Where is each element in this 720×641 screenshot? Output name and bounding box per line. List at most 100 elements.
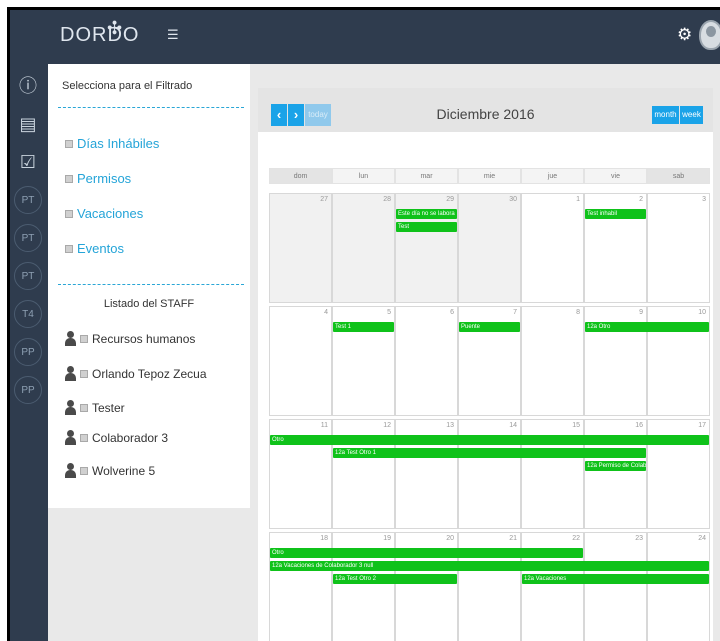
day-cell[interactable]: 30 (458, 193, 521, 303)
info-icon[interactable]: ⓘ (14, 72, 42, 100)
weekday-lun: lun (332, 168, 395, 184)
filter-eventos[interactable]: Eventos (65, 241, 124, 256)
day-number: 3 (702, 196, 706, 203)
day-cell[interactable]: 6 (395, 306, 458, 416)
rail-item-pp-1[interactable]: PP (14, 338, 42, 366)
calendar-toolbar: ‹ › today Diciembre 2016 month week (258, 88, 713, 132)
calendar-event[interactable]: Otro (270, 435, 709, 445)
checkbox[interactable] (80, 466, 88, 475)
rail-item-pt-1[interactable]: PT (14, 186, 42, 214)
calendar-event[interactable]: 12a Permiso de Colaborador (585, 461, 646, 471)
checkbox[interactable] (80, 369, 88, 378)
gears-icon[interactable]: ⚙ (677, 25, 692, 45)
checkbox[interactable] (65, 209, 73, 218)
checkbox[interactable] (65, 174, 73, 183)
day-number: 24 (698, 535, 706, 542)
day-cell[interactable]: 8 (521, 306, 584, 416)
day-number: 1 (576, 196, 580, 203)
clipboard-check-icon[interactable]: ☑ (14, 148, 42, 176)
menu-icon[interactable]: ☰ (167, 27, 179, 43)
filter-vacaciones[interactable]: Vacaciones (65, 206, 143, 221)
calendar-week: 18 19 20 21 22 23 24 Otro 12a Vacaciones de Cola… (269, 532, 710, 641)
person-icon (64, 366, 76, 381)
staff-item-colaborador-3[interactable]: Colaborador 3 (64, 430, 168, 445)
day-number: 15 (572, 422, 580, 429)
day-number: 17 (698, 422, 706, 429)
calendar-week: 4 5 6 7 8 9 10 Test 1 Puente 12a Otro (269, 306, 710, 416)
filter-dias-inhabiles[interactable]: Días Inhábiles (65, 136, 159, 151)
staff-item-wolverine-5[interactable]: Wolverine 5 (64, 463, 155, 478)
calendar-event[interactable]: 12a Vacaciones (522, 574, 709, 584)
calendar-event[interactable]: 12a Test Otro 2 (333, 574, 457, 584)
checkbox[interactable] (80, 433, 88, 442)
filter-divider (58, 107, 244, 108)
filter-label: Días Inhábiles (77, 136, 160, 151)
weekday-mie: mie (458, 168, 521, 184)
checkbox[interactable] (65, 139, 73, 148)
rail-item-pt-3[interactable]: PT (14, 262, 42, 290)
filter-panel: Selecciona para el Filtrado Días Inhábil… (48, 64, 250, 508)
day-number: 16 (635, 422, 643, 429)
staff-label: Orlando Tepoz Zecua (92, 366, 207, 381)
staff-label: Tester (92, 400, 125, 415)
calendar-event[interactable]: Test (396, 222, 457, 232)
day-number: 12 (383, 422, 391, 429)
day-number: 19 (383, 535, 391, 542)
day-cell[interactable]: 1 (521, 193, 584, 303)
month-view-button[interactable]: month (652, 106, 679, 124)
checkbox[interactable] (80, 403, 88, 412)
day-number: 13 (446, 422, 454, 429)
side-rail: ⓘ ▤ ☑ PT PT PT T4 PP PP (10, 64, 48, 641)
day-cell[interactable]: 27 (269, 193, 332, 303)
checkbox[interactable] (80, 334, 88, 343)
person-icon (64, 331, 76, 346)
day-cell[interactable]: 24 (647, 532, 710, 641)
staff-title: Listado del STAFF (103, 298, 195, 310)
day-cell[interactable]: 4 (269, 306, 332, 416)
staff-item-tester[interactable]: Tester (64, 400, 125, 415)
app-logo[interactable]: DORDO ✣ (60, 18, 139, 47)
day-cell[interactable]: 28 (332, 193, 395, 303)
calendar-event[interactable]: Test 1 (333, 322, 394, 332)
calendar-event[interactable]: Otro (270, 548, 583, 558)
calendar-event[interactable]: 12a Vacaciones de Colaborador 3 null (270, 561, 709, 571)
day-number: 30 (509, 196, 517, 203)
rail-item-pp-2[interactable]: PP (14, 376, 42, 404)
day-number: 21 (509, 535, 517, 542)
weekday-dom: dom (269, 168, 332, 184)
rail-item-t4[interactable]: T4 (14, 300, 42, 328)
weekday-jue: jue (521, 168, 584, 184)
calendar-event[interactable]: Puente (459, 322, 520, 332)
day-number: 28 (383, 196, 391, 203)
day-cell[interactable]: 3 (647, 193, 710, 303)
checkbox[interactable] (65, 244, 73, 253)
staff-item-recursos-humanos[interactable]: Recursos humanos (64, 331, 195, 346)
day-number: 5 (387, 309, 391, 316)
calendar-week: 11 12 13 14 15 16 17 Otro 12a Test Otro 1 12a Per… (269, 419, 710, 529)
filter-permisos[interactable]: Permisos (65, 171, 131, 186)
calendar-event[interactable]: 12a Otro (585, 322, 709, 332)
person-icon (64, 463, 76, 478)
week-view-button[interactable]: week (680, 106, 703, 124)
day-number: 8 (576, 309, 580, 316)
filter-label: Vacaciones (77, 206, 144, 221)
staff-item-orlando[interactable]: Orlando Tepoz Zecua (64, 366, 207, 381)
filter-label: Eventos (77, 241, 124, 256)
day-number: 6 (450, 309, 454, 316)
user-avatar-icon[interactable] (699, 20, 720, 50)
calendar-title: Diciembre 2016 (436, 106, 535, 122)
calendar-event[interactable]: Test inhabil (585, 209, 646, 219)
day-number: 14 (509, 422, 517, 429)
day-number: 27 (320, 196, 328, 203)
person-icon (64, 430, 76, 445)
calendar-event[interactable]: 12a Test Otro 1 (333, 448, 646, 458)
staff-label: Recursos humanos (92, 331, 196, 346)
calendar-event[interactable]: Este día no se labora (396, 209, 457, 219)
address-book-icon[interactable]: ▤ (14, 110, 42, 138)
weekday-mar: mar (395, 168, 458, 184)
day-number: 23 (635, 535, 643, 542)
filter-label: Permisos (77, 171, 132, 186)
day-number: 11 (320, 422, 328, 429)
rail-item-pt-2[interactable]: PT (14, 224, 42, 252)
day-cell[interactable]: 23 (584, 532, 647, 641)
